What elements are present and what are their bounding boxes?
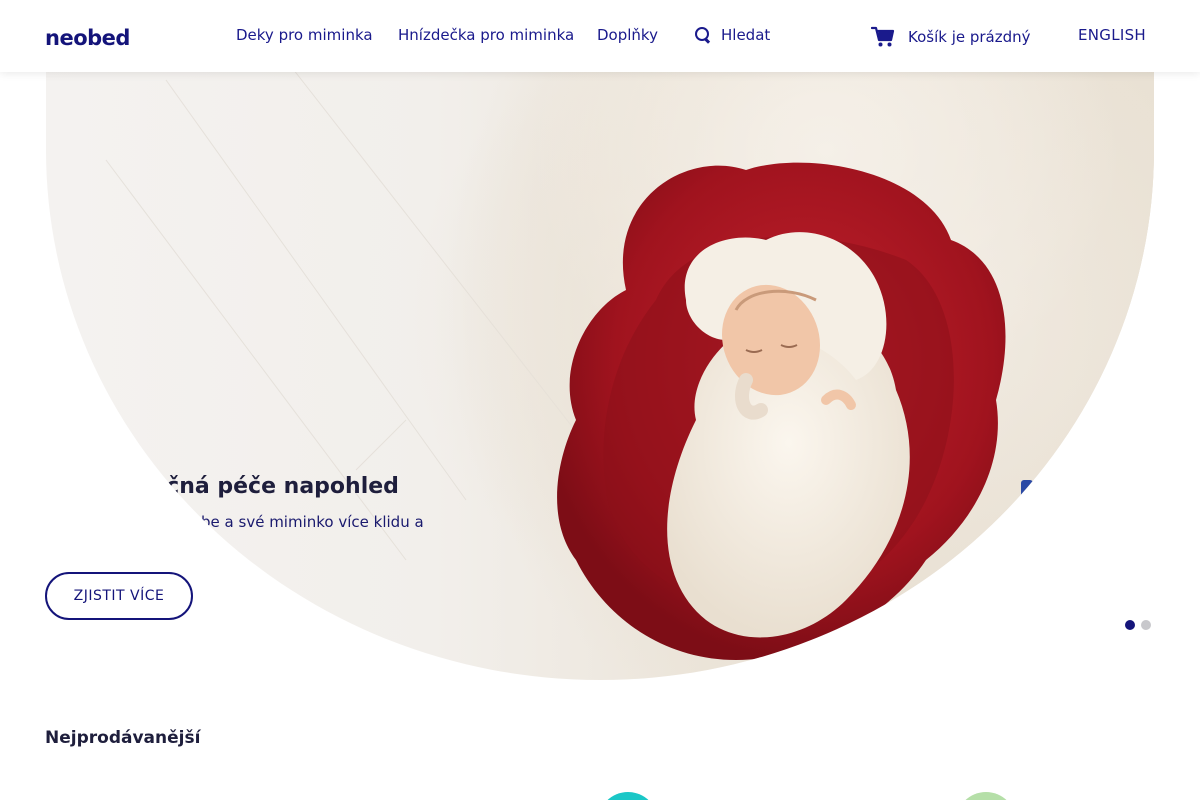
brand-logo[interactable]: neobed xyxy=(45,26,130,50)
search-button[interactable]: Hledat xyxy=(694,26,770,44)
bestsellers-title: Nejprodávanější xyxy=(45,728,201,748)
language-switch[interactable]: ENGLISH xyxy=(1078,26,1146,44)
slider-dot-1[interactable] xyxy=(1125,620,1135,630)
hero-subtitle: Získejte pro sebe a své miminko více kli… xyxy=(91,513,424,555)
hero-banner: Bezpečná péče napohled Získejte pro sebe… xyxy=(46,0,1154,680)
slider-dots xyxy=(1125,620,1151,630)
hero-image xyxy=(105,0,1154,660)
slider-dot-2[interactable] xyxy=(1141,620,1151,630)
site-header: neobed Deky pro miminka Hnízdečka pro mi… xyxy=(0,0,1200,72)
nav-link-nests[interactable]: Hnízdečka pro miminka xyxy=(398,26,574,44)
product-card-peek[interactable] xyxy=(598,792,658,800)
nav-link-blankets[interactable]: Deky pro miminka xyxy=(236,26,373,44)
product-card-peek[interactable] xyxy=(956,792,1016,800)
cart-label: Košík je prázdný xyxy=(908,28,1031,46)
cart-icon xyxy=(871,26,895,47)
hero-title: Bezpečná péče napohled xyxy=(91,474,399,499)
nav-link-accessories[interactable]: Doplňky xyxy=(597,26,658,44)
hero-copy: Bezpečná péče napohled Získejte pro sebe… xyxy=(91,472,431,558)
learn-more-button[interactable]: ZJISTIT VÍCE xyxy=(45,572,193,620)
search-label: Hledat xyxy=(721,26,771,44)
search-icon xyxy=(694,26,712,44)
cart-button[interactable]: Košík je prázdný xyxy=(871,26,1031,48)
